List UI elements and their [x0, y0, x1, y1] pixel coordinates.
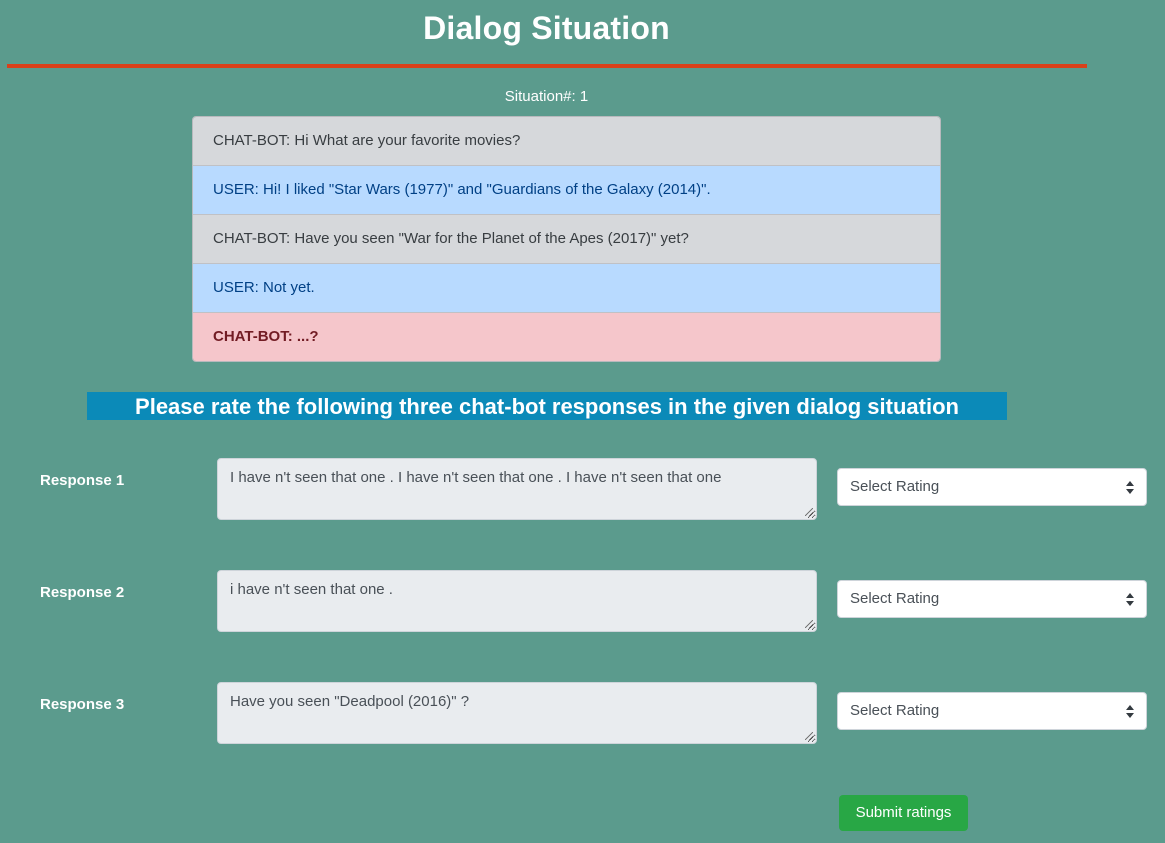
resize-grip-icon[interactable]	[805, 508, 813, 516]
title-divider	[7, 64, 1087, 68]
response-row-1: Response 1 I have n't seen that one . I …	[0, 458, 1165, 520]
rating-select[interactable]: Select Rating	[837, 468, 1147, 506]
response-row-3: Response 3 Have you seen "Deadpool (2016…	[0, 682, 1165, 744]
response-label: Response 1	[40, 472, 125, 489]
dialog-list: CHAT-BOT: Hi What are your favorite movi…	[192, 116, 941, 362]
page-title: Dialog Situation	[423, 10, 670, 46]
response-text: i have n't seen that one .	[230, 581, 393, 598]
rating-select[interactable]: Select Rating	[837, 580, 1147, 618]
response-label: Response 2	[40, 584, 125, 601]
dialog-turn-bot: CHAT-BOT: Have you seen "War for the Pla…	[193, 214, 940, 263]
select-arrows-icon	[1126, 481, 1134, 494]
dialog-turn-pending: CHAT-BOT: ...?	[193, 312, 940, 361]
dialog-turn-user: USER: Not yet.	[193, 263, 940, 312]
select-arrows-icon	[1126, 705, 1134, 718]
response-label: Response 3	[40, 696, 125, 713]
rating-select-value: Select Rating	[850, 702, 940, 719]
response-row-2: Response 2 i have n't seen that one . Se…	[0, 570, 1165, 632]
response-textarea[interactable]: Have you seen "Deadpool (2016)" ?	[217, 682, 817, 744]
rating-select[interactable]: Select Rating	[837, 692, 1147, 730]
situation-label: Situation#: 1	[504, 88, 589, 105]
rating-select-value: Select Rating	[850, 478, 940, 495]
resize-grip-icon[interactable]	[805, 620, 813, 628]
response-textarea[interactable]: i have n't seen that one .	[217, 570, 817, 632]
dialog-turn-bot: CHAT-BOT: Hi What are your favorite movi…	[193, 117, 940, 165]
submit-ratings-button[interactable]: Submit ratings	[839, 795, 968, 831]
response-text: I have n't seen that one . I have n't se…	[230, 469, 722, 486]
response-textarea[interactable]: I have n't seen that one . I have n't se…	[217, 458, 817, 520]
response-text: Have you seen "Deadpool (2016)" ?	[230, 693, 470, 710]
resize-grip-icon[interactable]	[805, 732, 813, 740]
instruction-banner: Please rate the following three chat-bot…	[87, 392, 1007, 420]
dialog-turn-user: USER: Hi! I liked "Star Wars (1977)" and…	[193, 165, 940, 214]
rating-select-value: Select Rating	[850, 590, 940, 607]
select-arrows-icon	[1126, 593, 1134, 606]
